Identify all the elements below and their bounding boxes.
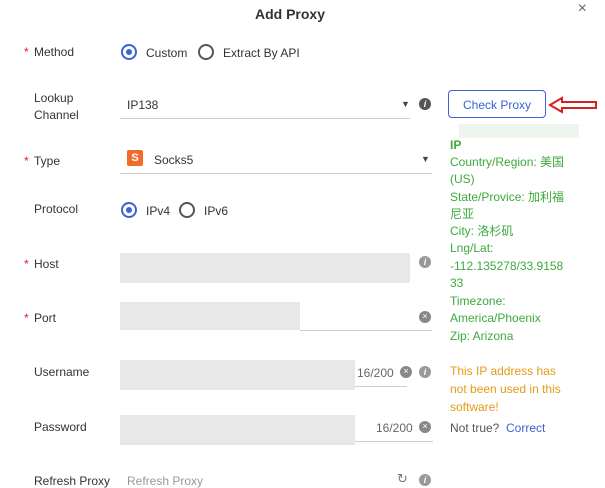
socks-icon: S [127,150,143,166]
type-label: Type [34,154,61,168]
port-input[interactable] [120,302,300,330]
info-icon[interactable]: i [419,98,431,110]
username-counter: 16/200 [357,366,394,380]
radio-extract-api-label[interactable]: Extract By API [223,46,300,60]
username-input[interactable] [120,360,355,390]
type-value: Socks5 [154,153,194,167]
lnglat-label: Lng/Lat: [450,241,494,255]
required-marker: * [24,257,29,271]
timezone-value: America/Phoenix [450,311,541,325]
chevron-down-icon[interactable]: ▼ [421,154,430,164]
lnglat-1: -112.135278/33.9158 [450,259,564,273]
info-icon[interactable]: i [419,256,431,268]
port-label: Port [34,311,57,325]
lookup-channel-value: IP138 [127,98,159,112]
state-2: 尼亚 [450,207,475,221]
city: City: 洛杉矶 [450,224,514,238]
correct-link[interactable]: Correct [506,421,545,435]
required-marker: * [24,45,29,59]
radio-custom-label[interactable]: Custom [146,46,187,60]
lookup-channel-select[interactable] [120,92,410,119]
info-icon[interactable]: i [419,474,431,486]
notice-1: This IP address has [450,364,556,378]
required-marker: * [24,311,29,325]
host-input[interactable] [120,253,410,283]
close-icon[interactable]: × [578,0,587,18]
not-true-text: Not true? [450,421,500,435]
port-underline [300,304,432,331]
password-input[interactable] [120,415,355,445]
red-arrow-annotation [548,96,597,114]
notice-3: software! [450,400,499,414]
clear-icon[interactable]: × [419,421,431,433]
ip-value-redacted [459,124,579,138]
country: Country/Region: 美国 [450,155,565,169]
clear-icon[interactable]: × [400,366,412,378]
method-label: Method [34,45,75,59]
ip-label: IP [450,138,462,152]
protocol-label: Protocol [34,202,79,216]
required-marker: * [24,154,29,168]
timezone-label: Timezone: [450,294,506,308]
username-label: Username [34,365,90,379]
radio-ipv4[interactable] [121,202,137,218]
refresh-label: Refresh Proxy [34,474,111,488]
clear-icon[interactable]: × [419,311,431,323]
radio-ipv6-label[interactable]: IPv6 [204,204,228,218]
chevron-down-icon[interactable]: ▼ [401,99,410,109]
check-proxy-button[interactable]: Check Proxy [448,90,546,118]
refresh-input[interactable]: Refresh Proxy [127,474,203,488]
host-label: Host [34,257,59,271]
password-counter: 16/200 [376,421,413,435]
zip: Zip: Arizona [450,329,514,343]
state-1: State/Provice: 加利福 [450,190,565,204]
radio-ipv4-label[interactable]: IPv4 [146,204,170,218]
info-icon[interactable]: i [419,366,431,378]
lnglat-2: 33 [450,276,464,290]
radio-ipv6[interactable] [179,202,195,218]
country-code: (US) [450,172,475,186]
lookup-label-1: Lookup [34,91,74,105]
lookup-label-2: Channel [34,108,79,122]
radio-custom[interactable] [121,44,137,60]
password-label: Password [34,420,87,434]
dialog-title: Add Proxy [254,6,325,22]
radio-extract-api[interactable] [198,44,214,60]
notice-2: not been used in this [450,382,561,396]
